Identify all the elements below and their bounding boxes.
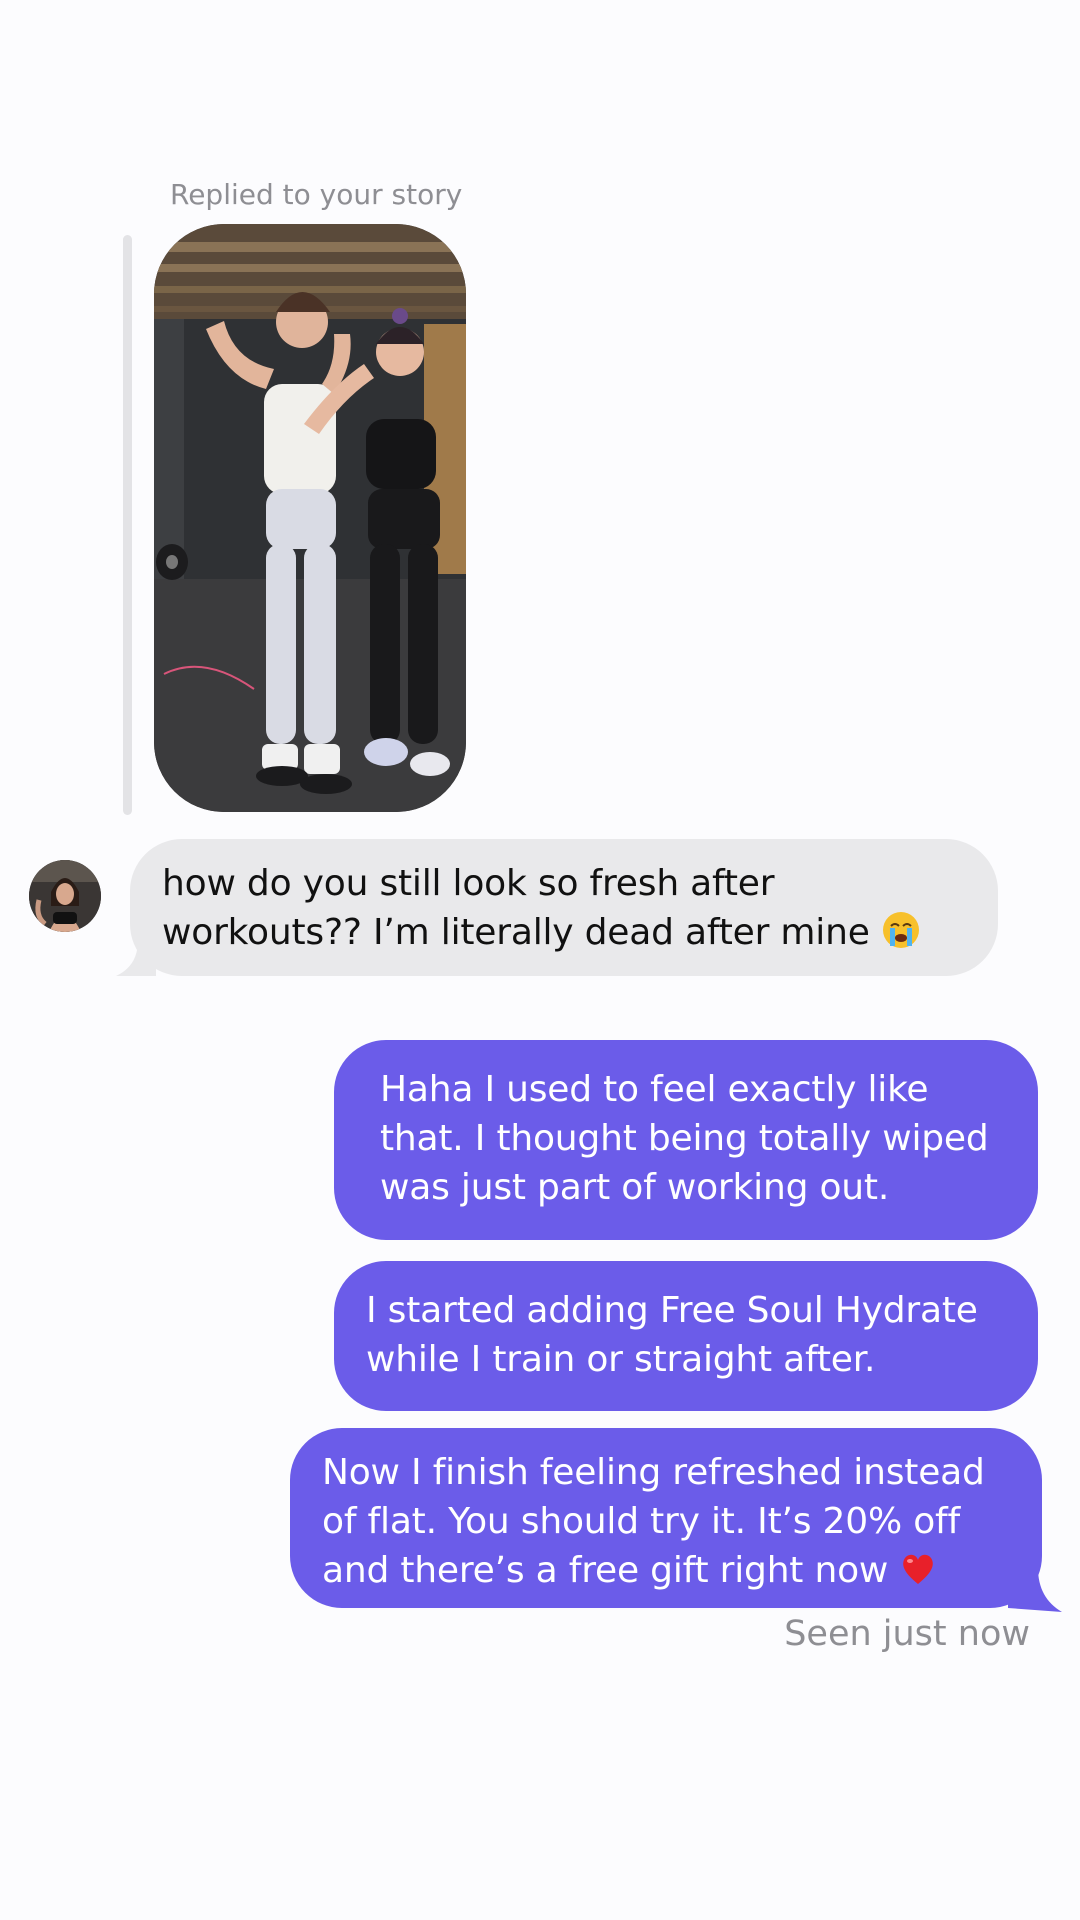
outgoing-message-line: while I train or straight after.: [366, 1339, 876, 1380]
outgoing-message-text: and there’s a free gift right now: [322, 1550, 889, 1591]
loudly-crying-face-icon: [882, 912, 919, 948]
outgoing-message-line: I started adding Free Soul Hydrate: [366, 1290, 978, 1331]
outgoing-message-bubble[interactable]: Haha I used to feel exactly like that. I…: [334, 1040, 1038, 1240]
avatar-photo-image: [29, 860, 101, 932]
outgoing-message-line: and there’s a free gift right now: [322, 1546, 1022, 1595]
incoming-bubble-tail: [116, 940, 156, 976]
outgoing-message-line: that. I thought being totally wiped: [380, 1118, 989, 1159]
outgoing-message-line: Now I finish feeling refreshed instead: [322, 1452, 985, 1493]
gym-photo-image: [154, 224, 466, 812]
incoming-message-text: workouts?? I’m literally dead after mine: [162, 912, 870, 953]
incoming-message-line: workouts?? I’m literally dead after mine: [162, 908, 968, 957]
outgoing-message-line: was just part of working out.: [380, 1167, 890, 1208]
incoming-message-line: how do you still look so fresh after: [162, 863, 775, 904]
outgoing-message-line: Haha I used to feel exactly like: [380, 1069, 929, 1110]
outgoing-message-line: of flat. You should try it. It’s 20% off: [322, 1501, 960, 1542]
story-thumbnail[interactable]: [154, 224, 466, 812]
outgoing-message-bubble[interactable]: Now I finish feeling refreshed instead o…: [290, 1428, 1042, 1608]
contact-avatar[interactable]: [29, 860, 101, 932]
outgoing-bubble-tail: [1008, 1568, 1062, 1612]
red-heart-icon: [903, 1554, 934, 1584]
incoming-message-bubble[interactable]: how do you still look so fresh after wor…: [130, 839, 998, 976]
outgoing-message-bubble[interactable]: I started adding Free Soul Hydrate while…: [334, 1261, 1038, 1411]
story-reply-bar: [123, 235, 132, 815]
seen-status: Seen just now: [784, 1614, 1030, 1654]
story-reply-caption: Replied to your story: [170, 178, 463, 211]
